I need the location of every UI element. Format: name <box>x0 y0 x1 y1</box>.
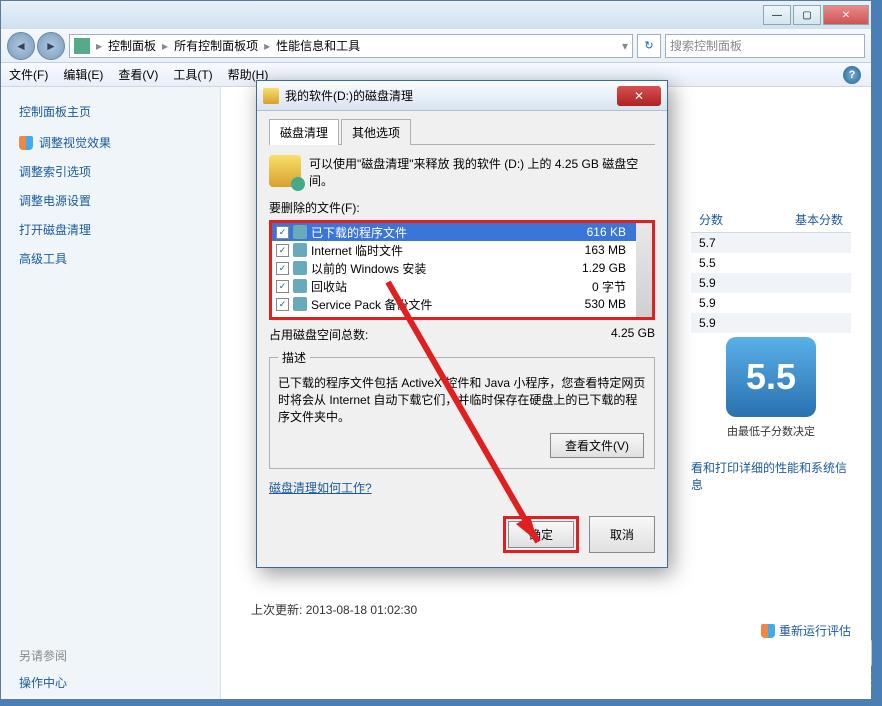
score-row: 5.7 <box>691 233 851 253</box>
description-frame: 描述 已下载的程序文件包括 ActiveX 控件和 Java 小程序，您查看特定… <box>269 349 655 469</box>
sidebar-item-action-center[interactable]: 操作中心 <box>11 674 210 691</box>
file-row-service-pack[interactable]: ✓ Service Pack 备份文件 530 MB <box>272 295 636 313</box>
crumb-performance[interactable]: 性能信息和工具 <box>272 37 364 54</box>
score-row: 5.9 <box>691 313 851 333</box>
address-bar: ◄ ► ▸ 控制面板 ▸ 所有控制面板项 ▸ 性能信息和工具 ▾ ↻ 搜索控制面… <box>1 29 871 63</box>
disk-cleanup-dialog: 我的软件(D:)的磁盘清理 ✕ 磁盘清理 其他选项 可以使用"磁盘清理"来释放 … <box>256 80 668 568</box>
tab-more-options[interactable]: 其他选项 <box>341 119 411 145</box>
titlebar: — ▢ ✕ <box>1 1 871 29</box>
checkbox[interactable]: ✓ <box>276 298 289 311</box>
score-row: 5.5 <box>691 253 851 273</box>
control-panel-icon <box>74 38 90 54</box>
menu-tools[interactable]: 工具(T) <box>173 66 212 83</box>
search-input[interactable]: 搜索控制面板 <box>665 34 865 58</box>
file-row-ie-temp[interactable]: ✓ Internet 临时文件 163 MB <box>272 241 636 259</box>
file-row-downloaded[interactable]: ✓ 已下载的程序文件 616 KB <box>272 223 636 241</box>
menu-edit[interactable]: 编辑(E) <box>63 66 103 83</box>
shield-icon <box>761 624 775 638</box>
score-row: 5.9 <box>691 273 851 293</box>
menu-file[interactable]: 文件(F) <box>9 66 48 83</box>
tab-strip: 磁盘清理 其他选项 <box>269 119 655 145</box>
sidebar-item-advanced[interactable]: 高级工具 <box>11 250 210 267</box>
dialog-title-text: 我的软件(D:)的磁盘清理 <box>285 87 413 104</box>
menu-view[interactable]: 查看(V) <box>118 66 158 83</box>
breadcrumb[interactable]: ▸ 控制面板 ▸ 所有控制面板项 ▸ 性能信息和工具 ▾ <box>69 34 633 58</box>
close-button[interactable]: ✕ <box>823 5 869 25</box>
total-label: 占用磁盘空间总数: <box>269 326 611 343</box>
description-title: 描述 <box>278 349 310 366</box>
file-icon <box>293 261 307 275</box>
crumb-all-items[interactable]: 所有控制面板项 <box>170 37 262 54</box>
cleanup-large-icon <box>269 155 301 187</box>
help-icon[interactable]: ? <box>843 66 861 84</box>
sidebar: 控制面板主页 调整视觉效果 调整索引选项 调整电源设置 打开磁盘清理 高级工具 … <box>1 87 221 699</box>
checkbox[interactable]: ✓ <box>276 244 289 257</box>
ok-button[interactable]: 确定 <box>508 521 574 548</box>
details-link[interactable]: 看和打印详细的性能和系统信息 <box>691 459 851 493</box>
total-value: 4.25 GB <box>611 326 655 343</box>
score-panel: 分数 基本分数 5.7 5.5 5.9 5.9 5.9 5.5 由最低子分数决定… <box>691 207 851 493</box>
badge-caption: 由最低子分数决定 <box>691 423 851 439</box>
ok-highlight: 确定 <box>503 516 579 553</box>
how-it-works-link[interactable]: 磁盘清理如何工作? <box>269 479 372 496</box>
col-basescore: 基本分数 <box>787 207 851 232</box>
disk-cleanup-icon <box>263 88 279 104</box>
file-icon <box>293 243 307 257</box>
checkbox[interactable]: ✓ <box>276 226 289 239</box>
file-icon <box>293 297 307 311</box>
tab-disk-cleanup[interactable]: 磁盘清理 <box>269 119 339 145</box>
back-button[interactable]: ◄ <box>7 32 35 60</box>
dialog-titlebar[interactable]: 我的软件(D:)的磁盘清理 ✕ <box>257 81 667 111</box>
files-label: 要删除的文件(F): <box>269 199 655 216</box>
shield-icon <box>19 136 33 150</box>
score-row: 5.9 <box>691 293 851 313</box>
file-row-recycle-bin[interactable]: ✓ 回收站 0 字节 <box>272 277 636 295</box>
file-row-old-windows[interactable]: ✓ 以前的 Windows 安装 1.29 GB <box>272 259 636 277</box>
crumb-control-panel[interactable]: 控制面板 <box>104 37 160 54</box>
sidebar-item-disk-cleanup[interactable]: 打开磁盘清理 <box>11 221 210 238</box>
file-icon <box>293 279 307 293</box>
refresh-button[interactable]: ↻ <box>637 34 661 58</box>
file-icon <box>293 225 307 239</box>
description-text: 已下载的程序文件包括 ActiveX 控件和 Java 小程序，您查看特定网页时… <box>278 374 646 425</box>
cancel-button[interactable]: 取消 <box>589 516 655 553</box>
see-also-label: 另请参阅 <box>11 647 210 664</box>
view-files-button[interactable]: 查看文件(V) <box>550 433 644 458</box>
intro-text: 可以使用"磁盘清理"来释放 我的软件 (D:) 上的 4.25 GB 磁盘空间。 <box>309 155 655 189</box>
watermark: 系统之家 XITONGZHIJIA.NET <box>771 638 872 696</box>
dialog-close-button[interactable]: ✕ <box>617 86 661 106</box>
files-list[interactable]: ✓ 已下载的程序文件 616 KB ✓ Internet 临时文件 163 MB… <box>269 220 655 320</box>
maximize-button[interactable]: ▢ <box>793 5 821 25</box>
base-score-badge: 5.5 <box>726 337 816 417</box>
scrollbar[interactable] <box>636 223 652 317</box>
minimize-button[interactable]: — <box>763 5 791 25</box>
col-subscore: 分数 <box>691 207 731 232</box>
sidebar-item-index[interactable]: 调整索引选项 <box>11 163 210 180</box>
checkbox[interactable]: ✓ <box>276 262 289 275</box>
checkbox[interactable]: ✓ <box>276 280 289 293</box>
rerun-link[interactable]: 重新运行评估 <box>761 622 851 639</box>
sidebar-home[interactable]: 控制面板主页 <box>11 103 210 120</box>
last-update: 上次更新: 2013-08-18 01:02:30 <box>251 601 417 618</box>
sidebar-item-visual[interactable]: 调整视觉效果 <box>11 134 210 151</box>
watermark-logo-icon <box>832 638 872 668</box>
sidebar-item-power[interactable]: 调整电源设置 <box>11 192 210 209</box>
forward-button[interactable]: ► <box>37 32 65 60</box>
